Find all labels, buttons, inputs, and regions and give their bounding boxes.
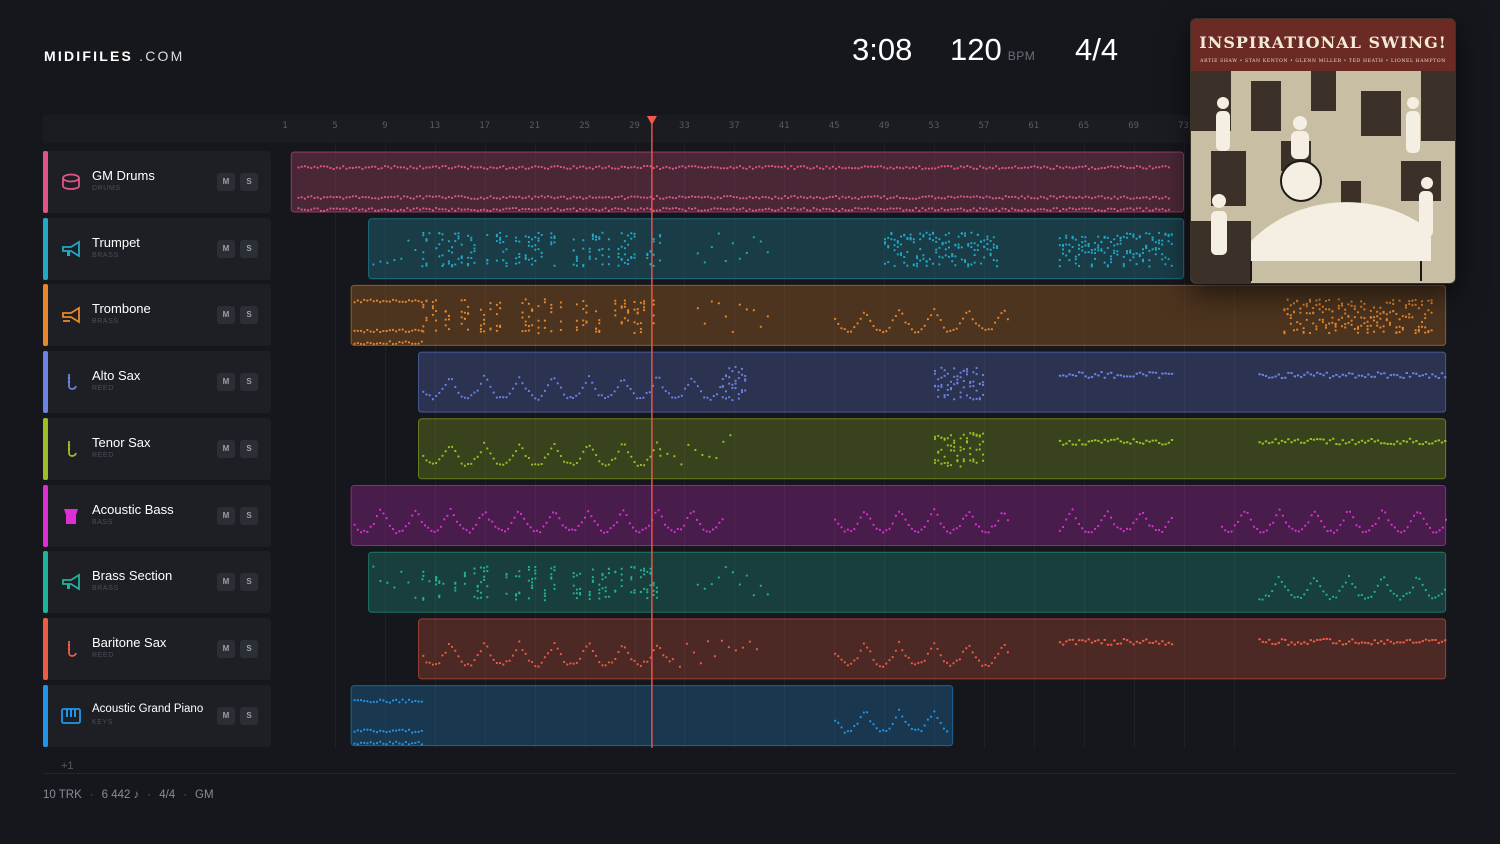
midi-clip[interactable] <box>350 485 1447 546</box>
midi-clip[interactable] <box>418 351 1447 413</box>
midi-clip[interactable] <box>368 218 1185 280</box>
footer-track-count: 10 TRK <box>43 789 82 801</box>
footer-signature: 4/4 <box>159 789 176 801</box>
footer-note-count: 6 442 ♪ <box>101 789 140 801</box>
playhead-handle[interactable] <box>646 116 657 125</box>
status-footer: 10 TRK · 6 442 ♪ · 4/4 · GM <box>43 789 214 801</box>
midi-clip[interactable] <box>290 151 1185 213</box>
add-track-button[interactable]: +1 <box>61 760 74 772</box>
footer-divider <box>43 773 1456 774</box>
album-title: INSPIRATIONAL SWING! <box>1199 33 1447 52</box>
album-cover: INSPIRATIONAL SWING! ARTIE SHAW • STAN K… <box>1190 18 1456 284</box>
album-artwork <box>1191 71 1455 283</box>
footer-standard: GM <box>195 789 214 801</box>
album-artists: ARTIE SHAW • STAN KENTON • GLENN MILLER … <box>1200 59 1446 64</box>
midi-clip[interactable] <box>418 418 1447 480</box>
midi-clip[interactable] <box>350 284 1447 346</box>
midi-clip[interactable] <box>368 551 1447 613</box>
